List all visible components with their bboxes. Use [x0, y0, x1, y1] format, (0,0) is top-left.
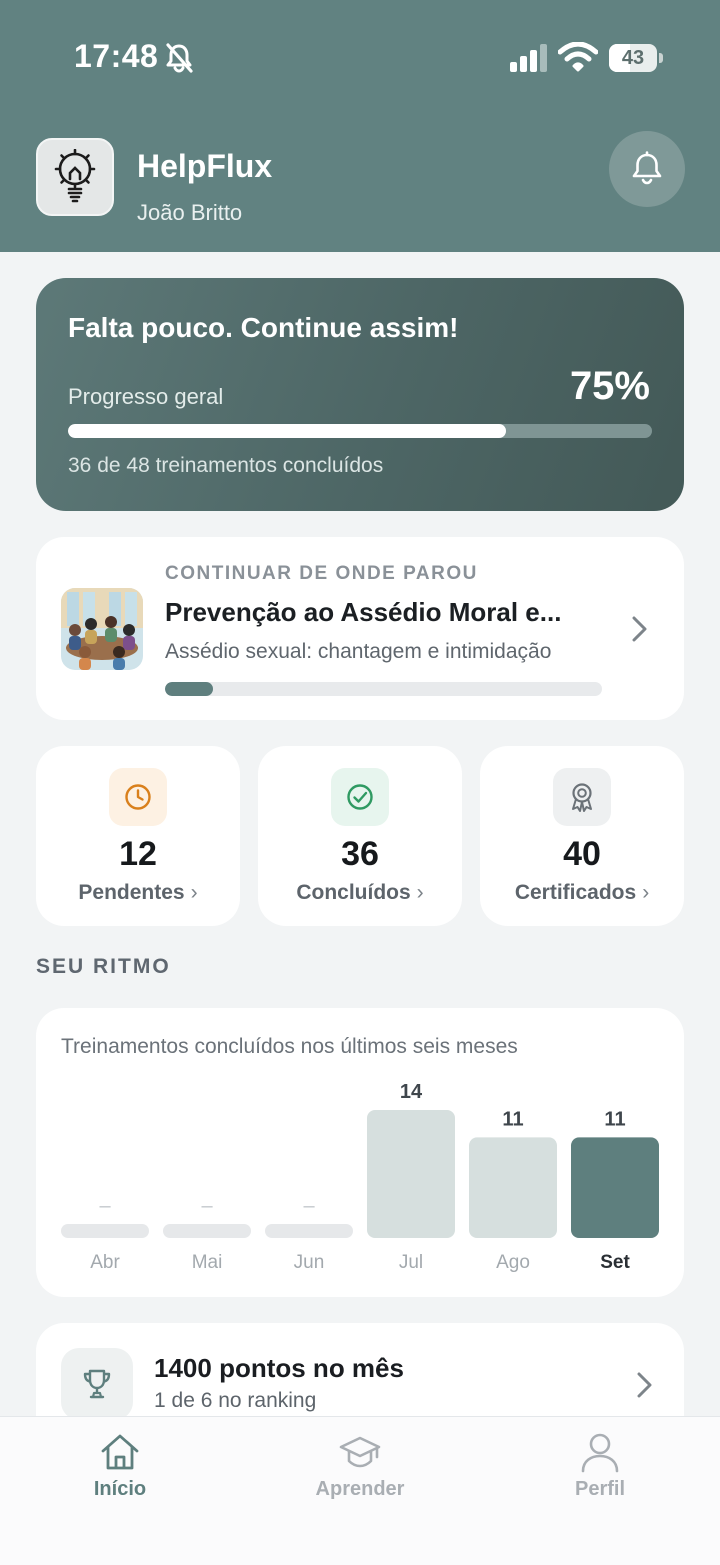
- chevron-right-icon: ›: [416, 881, 424, 904]
- chart-category-label: Jun: [294, 1252, 325, 1273]
- stat-label: Pendentes: [78, 881, 185, 904]
- chevron-right-icon: [637, 1372, 652, 1398]
- stat-label: Concluídos: [296, 881, 411, 904]
- app-header: 17:48 43 HelpFlux João Britto: [0, 0, 720, 252]
- clock-icon: [125, 784, 151, 810]
- stat-value: 40: [563, 835, 601, 873]
- course-thumbnail: [61, 588, 143, 670]
- continue-eyebrow: CONTINUAR DE ONDE PAROU: [165, 563, 478, 584]
- points-ranking: 1 de 6 no ranking: [154, 1389, 317, 1412]
- chevron-right-icon: [632, 616, 647, 642]
- lightbulb-gear-icon: [54, 149, 96, 203]
- course-progress-fill: [165, 682, 214, 696]
- section-title-pace: SEU RITMO: [36, 955, 171, 978]
- status-time: 17:48: [74, 38, 159, 74]
- stat-card-certificates[interactable]: 40 Certificados ›: [480, 746, 684, 926]
- tab-inicio[interactable]: Início: [0, 1417, 240, 1565]
- chart-value-label: –: [99, 1195, 111, 1217]
- course-lesson: Assédio sexual: chantagem e intimidação: [165, 640, 552, 663]
- points-title: 1400 pontos no mês: [154, 1353, 404, 1383]
- chevron-right-icon: ›: [642, 881, 650, 904]
- home-icon: [101, 1434, 139, 1470]
- chart-category-label: Set: [600, 1252, 630, 1273]
- chart-bar-ago: [469, 1137, 557, 1238]
- chevron-right-icon: ›: [190, 881, 198, 904]
- stat-value: 36: [341, 835, 379, 873]
- chart-value-label: 11: [604, 1108, 625, 1130]
- stat-icon-box: [331, 768, 389, 826]
- trophy-icon: [83, 1369, 111, 1399]
- monthly-chart-card: Treinamentos concluídos nos últimos seis…: [36, 1008, 684, 1297]
- chart-value-label: –: [303, 1195, 315, 1217]
- progress-summary: 36 de 48 treinamentos concluídos: [68, 454, 384, 477]
- bottom-tab-bar: Início Aprender Perfil: [0, 1416, 720, 1565]
- chart-category-label: Abr: [90, 1252, 120, 1273]
- battery-level: 43: [621, 47, 645, 69]
- tab-label: Perfil: [574, 1478, 626, 1500]
- award-icon: [572, 783, 592, 812]
- tab-label: Aprender: [315, 1478, 405, 1500]
- course-title: Prevenção ao Assédio Moral e...: [165, 597, 562, 627]
- chart-category-label: Mai: [192, 1252, 223, 1273]
- stat-card-pending[interactable]: 12 Pendentes ›: [36, 746, 240, 926]
- bar-chart: – Abr – Mai – Jun 14 Jul 11 Ago 11 Set: [61, 1081, 659, 1273]
- chart-value-label: –: [201, 1195, 213, 1217]
- continue-course-card[interactable]: CONTINUAR DE ONDE PAROU Prevenção ao Ass…: [36, 537, 684, 720]
- stat-card-completed[interactable]: 36 Concluídos ›: [258, 746, 462, 926]
- chart-value-label: 14: [400, 1081, 423, 1103]
- tab-aprender[interactable]: Aprender: [240, 1417, 480, 1565]
- bell-muted-icon: [166, 43, 193, 73]
- battery-icon: 43: [609, 44, 657, 72]
- overall-progress-bar: [68, 424, 652, 438]
- chart-category-label: Ago: [496, 1252, 530, 1273]
- stat-label: Certificados: [514, 881, 637, 904]
- user-icon: [581, 1433, 619, 1473]
- course-progress-bar: [165, 682, 602, 696]
- progress-percent: 75%: [569, 364, 650, 408]
- overall-progress-fill: [68, 424, 506, 438]
- chart-bar-jun: [265, 1224, 353, 1238]
- progress-headline: Falta pouco. Continue assim!: [68, 312, 459, 343]
- progress-label: Progresso geral: [68, 384, 224, 409]
- chart-category-label: Jul: [399, 1252, 423, 1273]
- tab-perfil[interactable]: Perfil: [480, 1417, 720, 1565]
- cellular-signal-icon: [510, 44, 547, 72]
- chart-bar-mai: [163, 1224, 251, 1238]
- bell-icon: [632, 151, 662, 185]
- app-logo: [36, 138, 114, 216]
- check-circle-icon: [347, 784, 373, 810]
- tab-label: Início: [93, 1478, 147, 1500]
- stat-icon-box: [553, 768, 611, 826]
- notifications-button[interactable]: [609, 131, 685, 207]
- chart-value-label: 11: [502, 1108, 523, 1130]
- user-name: João Britto: [137, 200, 243, 225]
- chart-bar-abr: [61, 1224, 149, 1238]
- graduation-cap-icon: [339, 1436, 381, 1468]
- points-icon-box: [61, 1348, 133, 1420]
- wifi-icon: [558, 42, 598, 72]
- stat-icon-box: [109, 768, 167, 826]
- overall-progress-card: Falta pouco. Continue assim! Progresso g…: [36, 278, 684, 511]
- app-name: HelpFlux: [137, 148, 273, 184]
- chart-bar-jul: [367, 1110, 455, 1238]
- stat-value: 12: [119, 835, 157, 873]
- chart-bar-set: [571, 1137, 659, 1238]
